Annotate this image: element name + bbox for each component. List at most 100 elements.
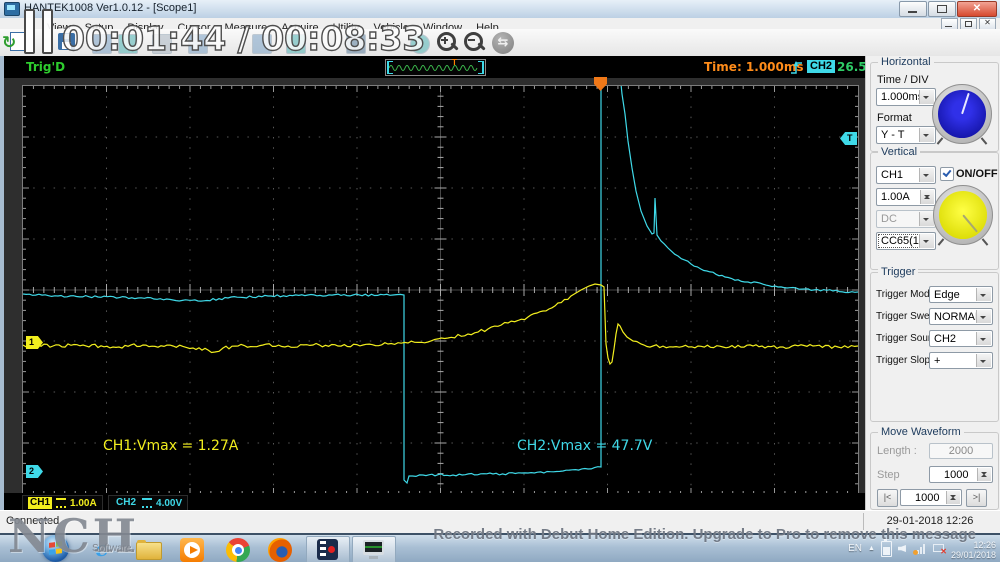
ch1-label: CH1 <box>28 497 53 509</box>
length-field: 2000 <box>929 443 993 459</box>
preview-waveform <box>388 65 478 71</box>
pause-icon[interactable] <box>24 9 62 54</box>
network-disconnected-icon[interactable] <box>932 543 947 556</box>
scope-client-area: Trig'D T Time: 1.000ms CH2 26.5V 1 2 T C… <box>0 56 876 511</box>
scope-display: 1 2 T CH1:Vmax = 1.27A CH2:Vmax = 47.7V <box>22 85 859 495</box>
chrome-icon[interactable] <box>226 538 250 562</box>
file-explorer-icon[interactable] <box>136 540 162 560</box>
probe-select[interactable]: CC65(1m <box>876 232 936 250</box>
zoom-in-icon[interactable] <box>436 31 460 55</box>
vertical-group: Vertical CH1 ON/OFF 1.00A DC CC65(1m <box>870 146 999 270</box>
vertical-knob[interactable] <box>933 185 993 245</box>
chevron-down-icon <box>919 90 934 104</box>
title-bar: HANTEK1008 Ver1.0.12 - [Scope1] <box>0 0 1000 19</box>
waveform-plot <box>23 86 858 494</box>
chevron-down-icon <box>976 354 991 367</box>
step-spinner[interactable]: 1000 <box>929 466 993 483</box>
debut-taskbar-button[interactable] <box>306 536 350 562</box>
zoom-out-icon[interactable] <box>463 31 487 55</box>
move-waveform-group: Move Waveform Length : 2000 Step 1000 |<… <box>870 426 999 510</box>
record-preview[interactable]: T <box>385 58 486 76</box>
language-indicator[interactable]: EN <box>848 543 862 554</box>
horizontal-group-title: Horizontal <box>878 56 934 68</box>
move-waveform-title: Move Waveform <box>878 426 964 438</box>
timebase-readout: Time: 1.000ms <box>704 60 804 74</box>
horizontal-knob[interactable] <box>932 84 992 144</box>
scope-info-bar: Trig'D T Time: 1.000ms CH2 26.5V <box>4 56 876 81</box>
signal-icon[interactable] <box>912 542 927 555</box>
go-first-button[interactable]: |< <box>877 489 898 507</box>
media-player-icon[interactable] <box>180 538 204 562</box>
format-label: Format <box>877 112 912 124</box>
onoff-label: ON/OFF <box>956 168 998 180</box>
spinner-arrows-icon[interactable] <box>977 468 991 481</box>
trigger-slope-label: Trigger Slope <box>876 355 936 366</box>
ch1-measurement: CH1:Vmax = 1.27A <box>103 438 239 454</box>
time-div-select[interactable]: 1.000ms <box>876 88 936 106</box>
chevron-down-icon <box>919 128 934 142</box>
ch2-scale: 4.00V <box>156 497 183 509</box>
tray-expand-icon[interactable]: ▲ <box>868 545 875 552</box>
trigger-slope-select[interactable]: + <box>929 352 993 369</box>
trigger-mode-label: Trigger Mode <box>876 289 936 300</box>
vertical-scale-spinner[interactable]: 1.00A <box>876 188 936 206</box>
preview-trigger-marker: T <box>452 58 457 67</box>
channel-select[interactable]: CH1 <box>876 166 936 184</box>
ch2-label: CH2 <box>116 497 137 508</box>
reload-document-icon[interactable]: ↻ <box>2 31 26 53</box>
length-label: Length : <box>877 445 917 457</box>
trigger-edge-icon <box>790 59 804 81</box>
preview-left-bracket <box>387 61 393 74</box>
preview-right-bracket <box>478 61 484 74</box>
tray-clock[interactable]: 12:26 29/01/2018 <box>951 540 996 560</box>
trigger-sweep-select[interactable]: NORMAL <box>929 308 993 325</box>
app-icon <box>4 2 20 16</box>
screen: HANTEK1008 Ver1.0.12 - [Scope1] ViewSetu… <box>0 0 1000 562</box>
vertical-group-title: Vertical <box>878 146 921 158</box>
control-panel: Horizontal Time / DIV 1.000ms Format Y -… <box>865 56 1000 510</box>
window-controls <box>899 1 997 17</box>
step-label: Step <box>877 469 900 481</box>
chevron-down-icon <box>919 212 934 226</box>
channel-onoff-checkbox[interactable] <box>940 167 954 181</box>
ch2-dc-coupling-icon <box>142 498 153 508</box>
chevron-down-icon <box>919 234 934 248</box>
clock-date: 29/01/2018 <box>950 550 996 560</box>
trigger-mode-select[interactable]: Edge <box>929 286 993 303</box>
trigger-source-badge: CH2 <box>807 60 836 73</box>
ch2-measurement: CH2:Vmax = 47.7V <box>517 438 653 454</box>
nch-watermark-subtitle: Software <box>92 543 132 554</box>
recording-timer: 00:01:44 / 00:08:33 <box>61 18 426 58</box>
firefox-icon[interactable] <box>268 538 292 562</box>
oscilloscope-app-icon <box>363 540 384 559</box>
trigger-group-title: Trigger <box>878 266 919 278</box>
channel-strip: CH1 1.00A CH2 4.00V <box>4 493 865 511</box>
position-spinner[interactable]: 1000 <box>900 489 962 506</box>
spinner-arrows-icon[interactable] <box>946 491 960 504</box>
trigger-group: Trigger Trigger Mode Edge Trigger Sweep … <box>870 266 999 422</box>
time-div-label: Time / DIV <box>877 74 929 86</box>
trigger-status: Trig'D <box>26 60 66 74</box>
chevron-down-icon <box>976 332 991 345</box>
ch1-scale: 1.00A <box>70 497 97 509</box>
hantek-taskbar-button[interactable] <box>352 536 396 562</box>
debut-watermark: Recorded with Debut Home Edition. Upgrad… <box>433 526 976 543</box>
chevron-down-icon <box>919 168 934 182</box>
horizontal-group: Horizontal Time / DIV 1.000ms Format Y -… <box>870 56 999 152</box>
coupling-select: DC <box>876 210 936 228</box>
debut-recorder-icon <box>317 539 338 560</box>
minimize-icon[interactable] <box>899 1 927 17</box>
chevron-down-icon <box>976 288 991 301</box>
chevron-down-icon <box>976 310 991 323</box>
clock-time: 12:26 <box>973 540 996 550</box>
nch-watermark: NCH <box>8 509 140 562</box>
spinner-arrows-icon[interactable] <box>920 190 934 204</box>
close-icon[interactable] <box>957 1 997 17</box>
maximize-icon[interactable] <box>928 1 956 17</box>
refresh-icon[interactable]: ⇆ <box>492 32 514 54</box>
trigger-source-select[interactable]: CH2 <box>929 330 993 347</box>
speaker-icon[interactable] <box>898 543 908 554</box>
format-select[interactable]: Y - T <box>876 126 936 144</box>
go-last-button[interactable]: >| <box>966 489 987 507</box>
ch1-dc-coupling-icon <box>56 498 67 508</box>
